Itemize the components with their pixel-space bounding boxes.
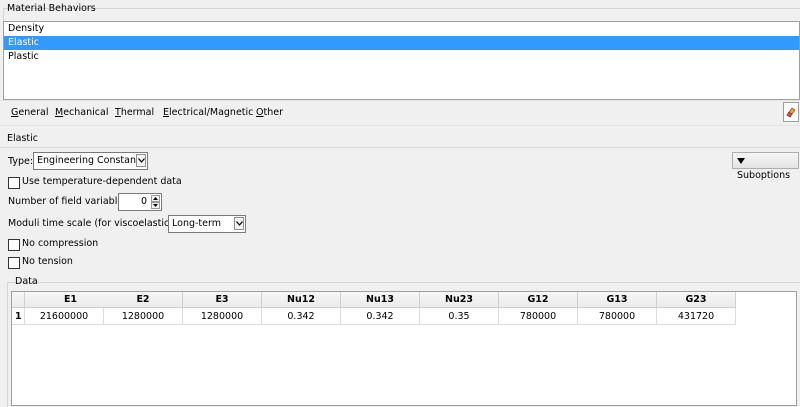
suboptions-label: Suboptions — [737, 170, 791, 181]
column-header-nu12[interactable]: Nu12 — [262, 292, 341, 308]
temp-dependent-label: Use temperature-dependent data — [22, 176, 182, 187]
cell-e1[interactable]: 21600000 — [25, 308, 104, 325]
column-header-g23[interactable]: G23 — [657, 292, 736, 308]
type-select[interactable]: Engineering Constants — [33, 152, 148, 170]
field-variables-value: 0 — [140, 196, 147, 207]
elastic-section-title: Elastic — [7, 133, 39, 144]
moduli-time-scale-value: Long-term — [172, 218, 221, 229]
menu-mechanical[interactable]: Mechanical — [55, 107, 108, 118]
moduli-time-scale-label: Moduli time scale (for viscoelasticity): — [8, 218, 189, 229]
no-tension-checkbox[interactable] — [8, 257, 20, 269]
material-behaviors-title: Material Behaviors — [7, 3, 96, 14]
material-behaviors-list[interactable]: Density Elastic Plastic — [3, 21, 800, 100]
menu-other[interactable]: Other — [256, 107, 283, 118]
behavior-item-density[interactable]: Density — [4, 22, 799, 36]
column-header-e3[interactable]: E3 — [183, 292, 262, 308]
spin-down-icon[interactable] — [151, 202, 160, 209]
data-table[interactable]: E1 E2 E3 Nu12 Nu13 Nu23 G12 G13 G23 1 21… — [11, 291, 797, 406]
column-header-g13[interactable]: G13 — [578, 292, 657, 308]
menu-bar: General Mechanical Thermal Electrical/Ma… — [0, 100, 800, 126]
menu-thermal[interactable]: Thermal — [115, 107, 154, 118]
column-header-g12[interactable]: G12 — [499, 292, 578, 308]
eraser-icon — [786, 107, 796, 118]
type-label: Type: — [8, 156, 34, 167]
cell-g12[interactable]: 780000 — [499, 308, 578, 325]
field-variables-label: Number of field variables: — [8, 196, 132, 207]
behavior-item-elastic[interactable]: Elastic — [4, 36, 799, 50]
data-group-title: Data — [15, 276, 38, 287]
chevron-down-icon — [136, 154, 146, 167]
menu-electrical-magnetic[interactable]: Electrical/Magnetic — [163, 107, 253, 118]
column-header-nu13[interactable]: Nu13 — [341, 292, 420, 308]
cell-nu12[interactable]: 0.342 — [262, 308, 341, 325]
cell-e2[interactable]: 1280000 — [104, 308, 183, 325]
behavior-item-plastic[interactable]: Plastic — [4, 50, 799, 64]
cell-nu23[interactable]: 0.35 — [420, 308, 499, 325]
no-compression-checkbox[interactable] — [8, 239, 20, 251]
no-tension-label: No tension — [22, 256, 73, 267]
triangle-down-icon — [737, 157, 745, 164]
spin-up-icon[interactable] — [151, 195, 160, 202]
clear-button[interactable] — [783, 102, 799, 122]
row-index-1: 1 — [12, 308, 25, 325]
chevron-down-icon — [234, 217, 244, 230]
table-corner-header — [12, 292, 25, 308]
column-header-e2[interactable]: E2 — [104, 292, 183, 308]
cell-g23[interactable]: 431720 — [657, 308, 736, 325]
field-variables-spinner[interactable]: 0 — [118, 193, 162, 211]
cell-e3[interactable]: 1280000 — [183, 308, 262, 325]
temp-dependent-checkbox[interactable] — [8, 177, 20, 189]
type-select-value: Engineering Constants — [37, 155, 145, 166]
suboptions-button[interactable]: Suboptions — [732, 152, 799, 181]
elastic-divider — [0, 147, 800, 148]
menu-general[interactable]: General — [11, 107, 48, 118]
column-header-nu23[interactable]: Nu23 — [420, 292, 499, 308]
no-compression-label: No compression — [22, 238, 99, 249]
moduli-time-scale-select[interactable]: Long-term — [168, 215, 246, 233]
cell-g13[interactable]: 780000 — [578, 308, 657, 325]
cell-nu13[interactable]: 0.342 — [341, 308, 420, 325]
